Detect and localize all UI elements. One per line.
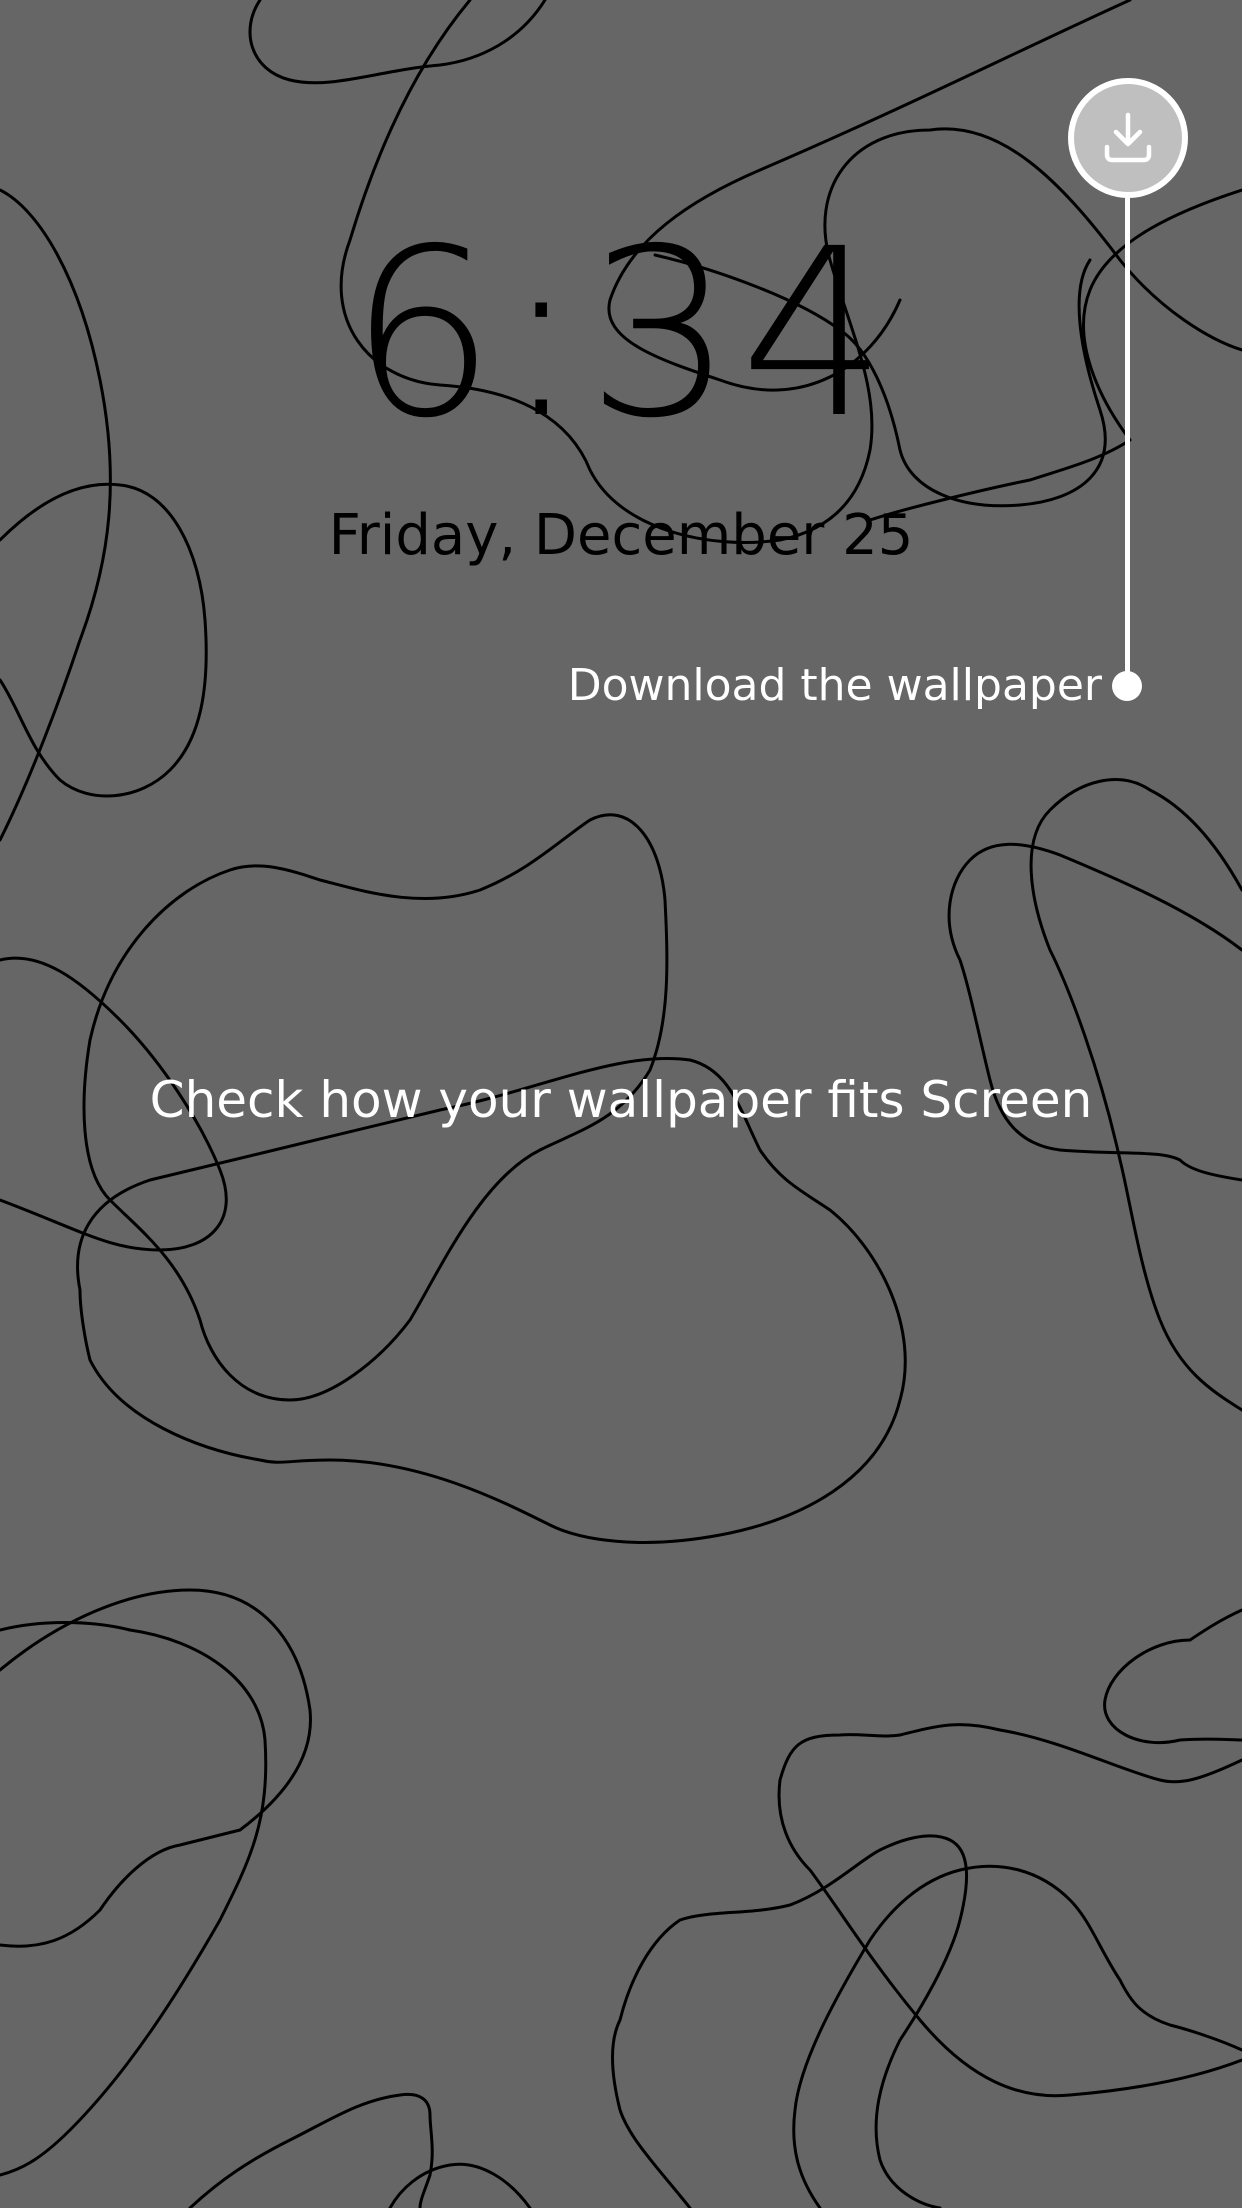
callout-connector-line <box>1125 196 1130 686</box>
download-wallpaper-button[interactable] <box>1068 78 1188 198</box>
lockscreen-date: Friday, December 25 <box>328 503 914 568</box>
wallpaper-preview-screen: 6:34 Friday, December 25 Download the wa… <box>0 0 1242 2208</box>
fit-preview-message: Check how your wallpaper fits Screen <box>149 1071 1093 1129</box>
lockscreen-clock: 6:34 <box>348 199 894 469</box>
download-icon <box>1104 112 1152 163</box>
callout-pointer-dot <box>1112 671 1142 701</box>
download-tooltip: Download the wallpaper <box>567 660 1102 711</box>
